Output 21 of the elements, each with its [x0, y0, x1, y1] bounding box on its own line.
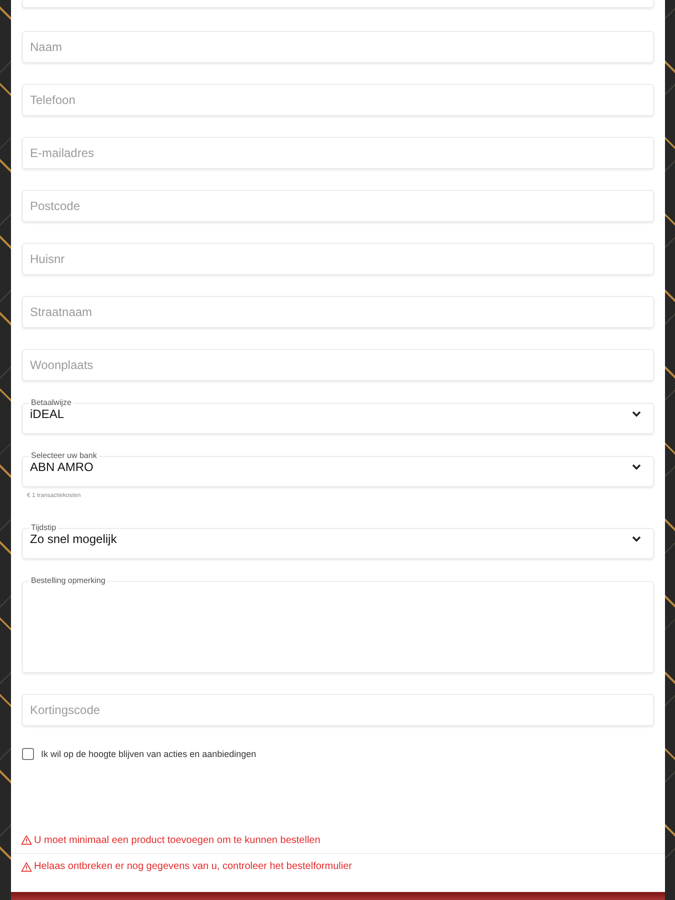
- chevron-down-icon: [632, 536, 641, 542]
- warning-icon: [21, 835, 32, 845]
- checkbox[interactable]: [22, 748, 34, 760]
- text-field[interactable]: Naam: [22, 31, 654, 63]
- select-field[interactable]: Betaalwijze iDEAL: [22, 399, 654, 434]
- select-field[interactable]: Tijdstip Zo snel mogelijk: [22, 524, 654, 559]
- checkbox-label: Ik wil op de hoogte blijven van acties en aanbiedingen: [41, 749, 256, 759]
- error-message: Helaas ontbreken er nog gegevens van u, controleer het bestelformulier: [34, 861, 352, 872]
- text-field[interactable]: Kortingscode: [22, 694, 654, 726]
- text-field[interactable]: Telefoon: [22, 84, 654, 116]
- comment-field[interactable]: Bestelling opmerking: [22, 577, 654, 673]
- select-field[interactable]: Selecteer uw bank ABN AMRO: [22, 452, 654, 487]
- text-field[interactable]: E-mailadres: [22, 137, 654, 169]
- warning-icon: [21, 862, 32, 872]
- chevron-down-icon: [632, 464, 641, 470]
- text-field[interactable]: Straatnaam: [22, 296, 654, 328]
- text-field[interactable]: Woonplaats: [22, 349, 654, 381]
- text-field[interactable]: Huisnr: [22, 243, 654, 275]
- error-message: U moet minimaal een product toevoegen om te kunnen bestellen: [34, 834, 320, 846]
- chevron-down-icon: [632, 411, 641, 417]
- text-field[interactable]: Postcode: [22, 190, 654, 222]
